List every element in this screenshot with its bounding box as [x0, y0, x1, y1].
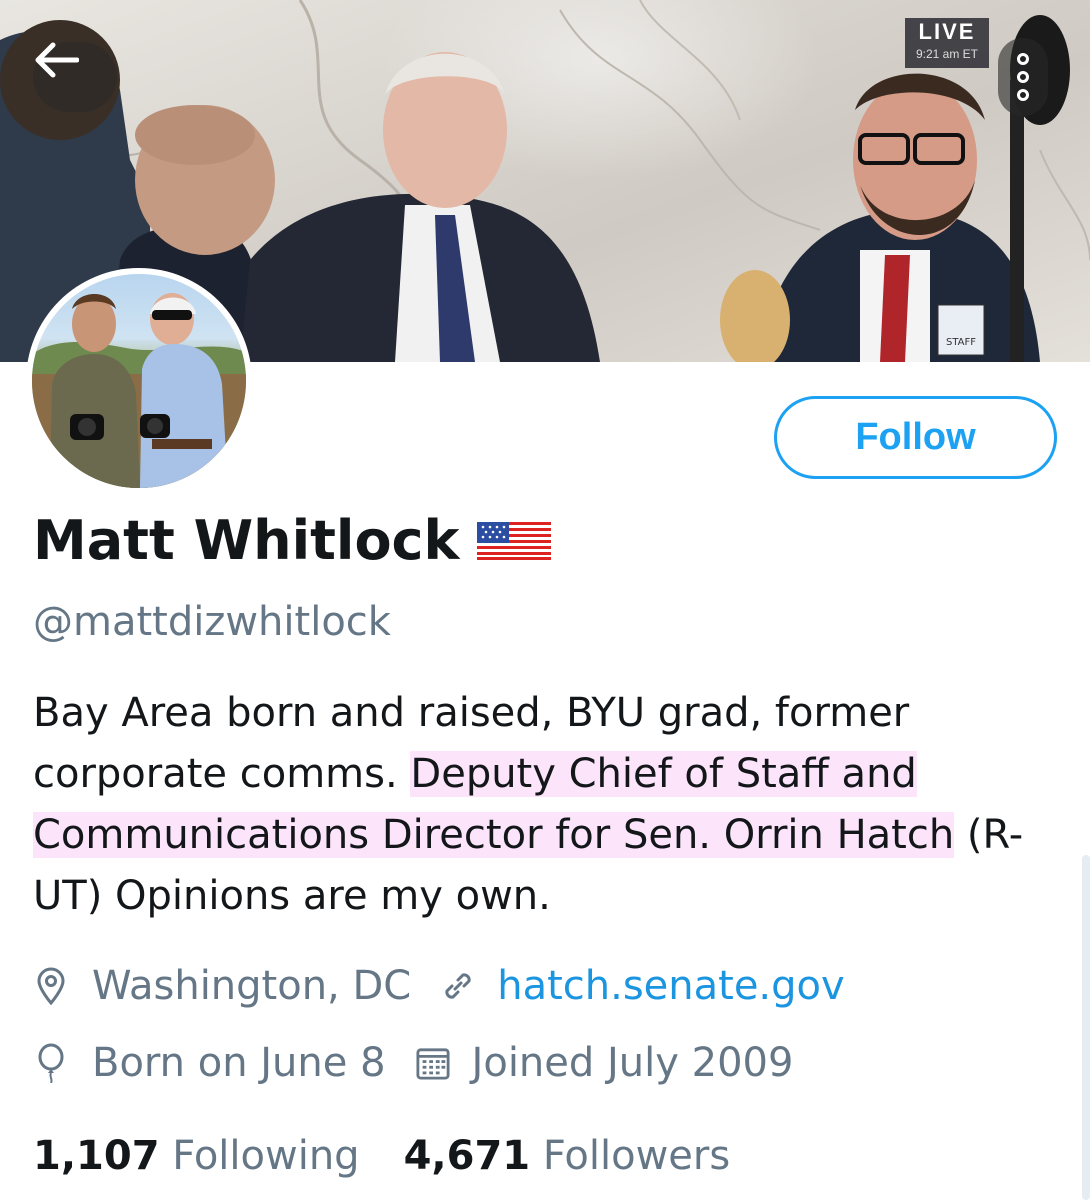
profile-birthday: Born on June 8 — [92, 1040, 386, 1086]
more-vertical-icon — [1017, 53, 1029, 65]
profile-stats: 1,107 Following 4,671 Followers — [33, 1130, 730, 1182]
followers-count: 4,671 — [403, 1133, 531, 1179]
follow-button[interactable]: Follow — [774, 396, 1057, 479]
profile-meta-row-1: Washington, DC hatch.senate.gov — [36, 960, 845, 1012]
following-label: Following — [172, 1133, 360, 1179]
followers-stat[interactable]: 4,671 Followers — [404, 1130, 731, 1182]
live-badge: LIVE 9:21 am ET — [905, 18, 989, 68]
profile-handle: @mattdizwhitlock — [33, 599, 391, 645]
profile-location: Washington, DC — [92, 963, 412, 1009]
staff-badge-text: STAFF — [946, 337, 976, 348]
followers-label: Followers — [542, 1133, 731, 1179]
following-stat[interactable]: 1,107 Following — [33, 1130, 360, 1182]
link-icon — [441, 966, 475, 1006]
arrow-left-icon — [35, 42, 79, 78]
profile-meta-row-2: Born on June 8 Joined July 2009 — [36, 1037, 793, 1089]
avatar[interactable] — [26, 268, 252, 494]
more-vertical-icon — [1017, 71, 1029, 83]
location-pin-icon — [36, 966, 70, 1006]
follow-button-label: Follow — [855, 416, 976, 458]
more-vertical-icon — [1017, 89, 1029, 101]
us-flag-icon — [477, 522, 552, 560]
avatar-photo — [32, 274, 246, 488]
profile-name: Matt Whitlock — [33, 509, 460, 572]
profile-bio: Bay Area born and raised, BYU grad, form… — [33, 683, 1043, 927]
live-time: 9:21 am ET — [915, 47, 979, 61]
live-label: LIVE — [918, 19, 976, 44]
calendar-icon — [416, 1043, 450, 1083]
profile-name-row: Matt Whitlock — [33, 506, 552, 576]
back-button[interactable] — [33, 42, 117, 112]
profile-joined-date: Joined July 2009 — [471, 1040, 794, 1086]
scrollbar[interactable] — [1082, 855, 1090, 1200]
following-count: 1,107 — [33, 1133, 160, 1179]
profile-website-link[interactable]: hatch.senate.gov — [497, 960, 844, 1012]
balloon-icon — [36, 1043, 70, 1083]
more-options-button[interactable] — [998, 38, 1048, 116]
